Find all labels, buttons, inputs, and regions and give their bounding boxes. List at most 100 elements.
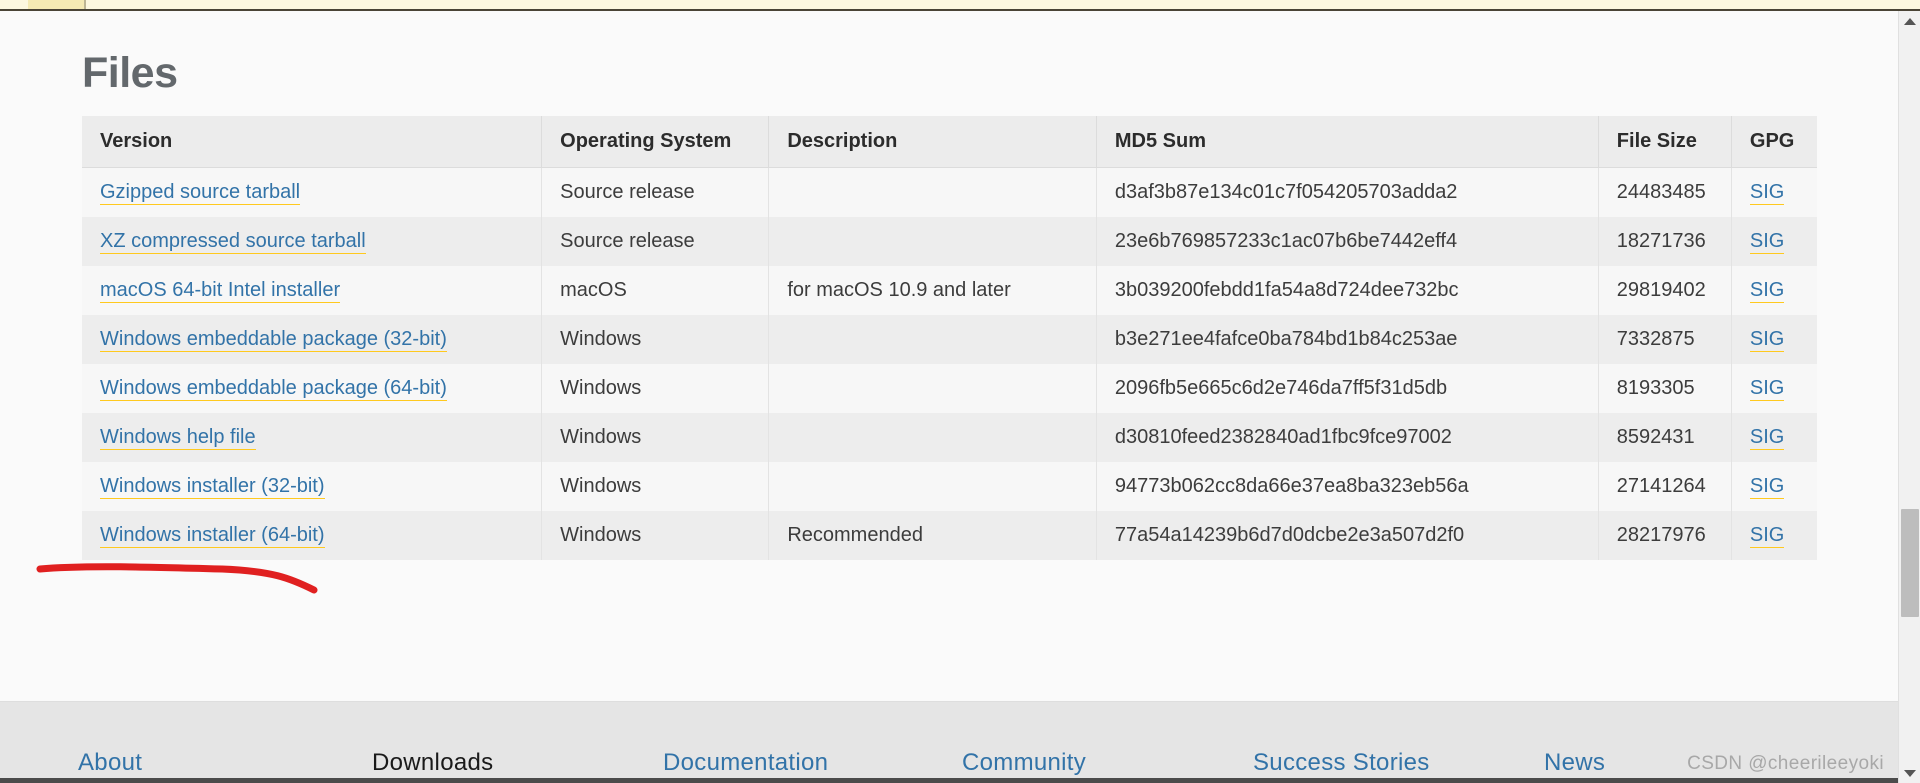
- column-header-version: Version: [82, 116, 543, 168]
- cell-gpg: SIG: [1731, 364, 1817, 413]
- gpg-signature-link[interactable]: SIG: [1749, 181, 1785, 205]
- cell-version: Windows embeddable package (32-bit): [82, 315, 543, 364]
- table-row: Windows embeddable package (32-bit) Windo…: [82, 315, 1817, 364]
- table-row: macOS 64-bit Intel installer macOS for mac…: [82, 266, 1817, 315]
- cell-version: Gzipped source tarball: [82, 167, 543, 217]
- cell-file-size: 28217976: [1598, 511, 1732, 560]
- cell-gpg: SIG: [1731, 266, 1817, 315]
- watermark-text: CSDN @cheerileeyoki: [1687, 753, 1884, 774]
- cell-description: [768, 364, 1097, 413]
- gpg-signature-link[interactable]: SIG: [1749, 279, 1785, 303]
- cell-description: [768, 462, 1097, 511]
- cell-gpg: SIG: [1731, 413, 1817, 462]
- cell-operating-system: Windows: [541, 462, 770, 511]
- main-content: Files Version Operating System Descripti…: [0, 11, 1898, 701]
- cell-version: XZ compressed source tarball: [82, 217, 543, 266]
- column-header-os: Operating System: [541, 116, 770, 168]
- cell-gpg: SIG: [1731, 511, 1817, 560]
- top-banner-left-block: [28, 0, 84, 9]
- cell-file-size: 24483485: [1598, 167, 1732, 217]
- files-table: Version Operating System Description MD5…: [82, 116, 1817, 560]
- page-title: Files: [82, 48, 178, 97]
- column-header-md5: MD5 Sum: [1096, 116, 1599, 168]
- scroll-up-arrow-icon[interactable]: [1899, 11, 1920, 31]
- cell-description: Recommended: [768, 511, 1097, 560]
- cell-description: [768, 217, 1097, 266]
- footer-link-news[interactable]: News: [1544, 749, 1605, 777]
- download-link[interactable]: Windows installer (64-bit): [100, 524, 325, 548]
- cell-file-size: 18271736: [1598, 217, 1732, 266]
- cell-operating-system: Windows: [541, 315, 770, 364]
- cell-file-size: 8193305: [1598, 364, 1732, 413]
- site-footer: About Downloads Documentation Community Succ…: [0, 701, 1898, 783]
- cell-version: Windows help file: [82, 413, 543, 462]
- vertical-scrollbar[interactable]: [1898, 11, 1920, 783]
- footer-link-downloads: Downloads: [372, 749, 494, 776]
- table-row: Windows installer (64-bit) Windows Recomme…: [82, 511, 1817, 560]
- cell-operating-system: Windows: [541, 413, 770, 462]
- files-table-body: Gzipped source tarball Source release d3af…: [82, 167, 1817, 560]
- download-link[interactable]: Windows embeddable package (32-bit): [100, 328, 447, 352]
- cell-md5-sum: b3e271ee4fafce0ba784bd1b84c253ae: [1096, 315, 1599, 364]
- gpg-signature-link[interactable]: SIG: [1749, 475, 1785, 499]
- cell-md5-sum: d30810feed2382840ad1fbc9fce97002: [1096, 413, 1599, 462]
- cell-description: for macOS 10.9 and later: [768, 266, 1097, 315]
- gpg-signature-link[interactable]: SIG: [1749, 230, 1785, 254]
- cell-gpg: SIG: [1731, 462, 1817, 511]
- scroll-down-arrow-icon[interactable]: [1899, 763, 1920, 783]
- cell-operating-system: Windows: [541, 511, 770, 560]
- scrollbar-thumb[interactable]: [1901, 509, 1919, 617]
- cell-operating-system: Windows: [541, 364, 770, 413]
- column-header-file-size: File Size: [1598, 116, 1732, 168]
- table-row: Windows embeddable package (64-bit) Windo…: [82, 364, 1817, 413]
- download-link[interactable]: Windows embeddable package (64-bit): [100, 377, 447, 401]
- table-header-row: Version Operating System Description MD5…: [82, 116, 1817, 168]
- gpg-signature-link[interactable]: SIG: [1749, 426, 1785, 450]
- cell-gpg: SIG: [1731, 168, 1817, 218]
- footer-link-about[interactable]: About: [78, 749, 142, 777]
- page-root: Files Version Operating System Descripti…: [0, 0, 1920, 783]
- cell-file-size: 7332875: [1598, 315, 1732, 364]
- table-row: XZ compressed source tarball Source relea…: [82, 217, 1817, 266]
- download-link[interactable]: macOS 64-bit Intel installer: [100, 279, 341, 303]
- red-annotation-underline: [36, 563, 318, 594]
- download-link[interactable]: Windows help file: [100, 426, 256, 450]
- cell-operating-system: macOS: [541, 266, 770, 315]
- table-row: Windows help file Windows d30810feed238284…: [82, 413, 1817, 462]
- cell-version: Windows embeddable package (64-bit): [82, 364, 543, 413]
- download-link[interactable]: Windows installer (32-bit): [100, 475, 325, 499]
- cell-gpg: SIG: [1731, 217, 1817, 266]
- column-header-description: Description: [768, 116, 1097, 168]
- table-row: Windows installer (32-bit) Windows 94773b0…: [82, 462, 1817, 511]
- cell-operating-system: Source release: [541, 217, 770, 266]
- download-link[interactable]: XZ compressed source tarball: [100, 230, 366, 254]
- top-banner-strip: [0, 0, 1920, 11]
- cell-gpg: SIG: [1731, 315, 1817, 364]
- gpg-signature-link[interactable]: SIG: [1749, 328, 1785, 352]
- footer-link-success-stories[interactable]: Success Stories: [1253, 749, 1430, 777]
- gpg-signature-link[interactable]: SIG: [1749, 524, 1785, 548]
- files-table-head: Version Operating System Description MD5…: [82, 116, 1817, 168]
- footer-link-documentation[interactable]: Documentation: [663, 749, 828, 777]
- cell-file-size: 8592431: [1598, 413, 1732, 462]
- footer-link-community[interactable]: Community: [962, 749, 1086, 777]
- footer-bottom-bar: [0, 778, 1898, 783]
- table-row: Gzipped source tarball Source release d3af…: [82, 167, 1817, 218]
- cell-md5-sum: 94773b062cc8da66e37ea8ba323eb56a: [1096, 462, 1599, 511]
- cell-md5-sum: d3af3b87e134c01c7f054205703adda2: [1096, 167, 1599, 217]
- cell-description: [768, 413, 1097, 462]
- cell-version: macOS 64-bit Intel installer: [82, 266, 543, 315]
- cell-md5-sum: 3b039200febdd1fa54a8d724dee732bc: [1096, 266, 1599, 315]
- cell-description: [768, 167, 1097, 217]
- cell-md5-sum: 77a54a14239b6d7d0dcbe2e3a507d2f0: [1096, 511, 1599, 560]
- files-table-container: Version Operating System Description MD5…: [82, 116, 1817, 560]
- footer-navigation: About Downloads Documentation Community Succ…: [0, 741, 1898, 777]
- cell-version: Windows installer (64-bit): [82, 511, 543, 560]
- download-link[interactable]: Gzipped source tarball: [100, 181, 301, 205]
- cell-md5-sum: 23e6b769857233c1ac07b6be7442eff4: [1096, 217, 1599, 266]
- cell-operating-system: Source release: [541, 167, 770, 217]
- gpg-signature-link[interactable]: SIG: [1749, 377, 1785, 401]
- column-header-gpg: GPG: [1731, 116, 1817, 168]
- cell-description: [768, 315, 1097, 364]
- top-banner-divider: [84, 0, 86, 9]
